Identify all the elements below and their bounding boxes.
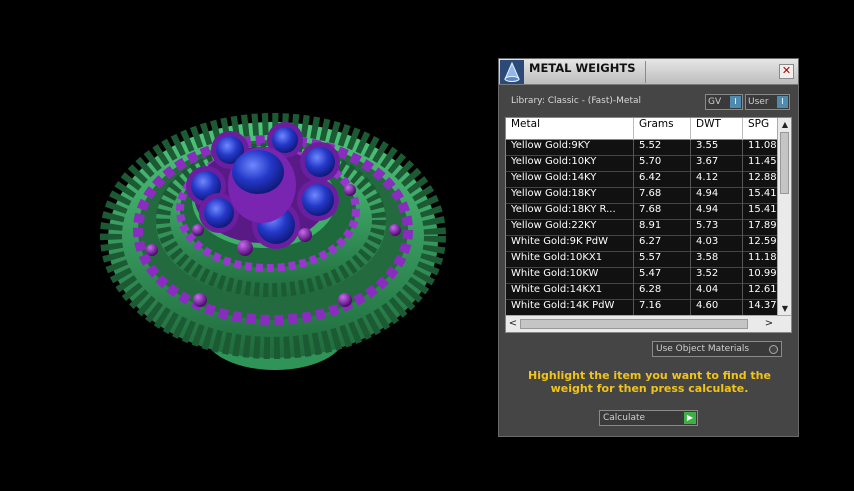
table-row[interactable]: White Gold:14K PdW 7.16 4.60 14.37	[506, 300, 777, 315]
cell-grams: 5.47	[634, 268, 691, 284]
gv-toggle[interactable]: GV I	[705, 94, 743, 110]
instruction-text: Highlight the item you want to find the …	[528, 369, 771, 395]
table-row[interactable]: White Gold:14KX1 6.28 4.04 12.61	[506, 284, 777, 300]
gv-toggle-indicator: I	[730, 96, 741, 108]
cell-spg: 11.08	[748, 140, 777, 151]
cell-spg: 12.59	[748, 236, 777, 247]
panel-titlebar[interactable]: METAL WEIGHTS ✕	[499, 59, 798, 85]
cell-metal: White Gold:10KX1	[506, 252, 634, 268]
use-object-materials-option[interactable]: Use Object Materials	[652, 341, 782, 357]
gv-toggle-label: GV	[708, 97, 722, 107]
cell-spg: 15.41	[748, 204, 777, 215]
cell-dwt: 4.04	[691, 284, 743, 300]
horizontal-scrollbar[interactable]: < >	[506, 315, 791, 332]
cell-spg: 10.99	[748, 268, 777, 279]
column-header-spg[interactable]: SPG	[743, 118, 777, 140]
column-header-metal[interactable]: Metal	[506, 118, 634, 140]
cell-spg: 15.41	[748, 188, 777, 199]
cell-metal: Yellow Gold:22KY	[506, 220, 634, 236]
close-icon: ✕	[781, 64, 792, 77]
calculate-label: Calculate	[603, 413, 646, 423]
cell-grams: 6.42	[634, 172, 691, 188]
cell-metal: Yellow Gold:14KY	[506, 172, 634, 188]
use-object-materials-label: Use Object Materials	[656, 344, 750, 354]
cell-dwt: 3.52	[691, 268, 743, 284]
scroll-down-icon[interactable]: ▼	[778, 302, 792, 315]
cell-spg: 14.37	[748, 300, 777, 311]
cell-grams: 7.16	[634, 300, 691, 315]
metal-table[interactable]: Metal Grams DWT SPG Yellow Gold:9KY 5.52 3…	[505, 117, 792, 333]
table-row[interactable]: Yellow Gold:18KY R... 7.68 4.94 15.41	[506, 204, 777, 220]
cell-spg: 12.61	[748, 284, 777, 295]
cell-dwt: 3.55	[691, 140, 743, 156]
cell-spg: 11.18	[748, 252, 777, 263]
cell-metal: White Gold:10KW	[506, 268, 634, 284]
table-row[interactable]: Yellow Gold:14KY 6.42 4.12 12.88	[506, 172, 777, 188]
table-body: Yellow Gold:9KY 5.52 3.55 11.08 Yellow Gold:…	[506, 140, 777, 315]
cell-dwt: 4.60	[691, 300, 743, 315]
cell-grams: 8.91	[634, 220, 691, 236]
calculate-button[interactable]: Calculate ▶	[599, 410, 698, 426]
cell-metal: Yellow Gold:10KY	[506, 156, 634, 172]
cell-dwt: 3.58	[691, 252, 743, 268]
radio-icon[interactable]	[769, 345, 778, 354]
cell-dwt: 4.94	[691, 204, 743, 220]
cell-grams: 6.28	[634, 284, 691, 300]
cell-dwt: 4.03	[691, 236, 743, 252]
table-row[interactable]: White Gold:9K PdW 6.27 4.03 12.59	[506, 236, 777, 252]
scroll-left-icon[interactable]: <	[506, 316, 520, 332]
table-row[interactable]: Yellow Gold:9KY 5.52 3.55 11.08	[506, 140, 777, 156]
column-header-dwt[interactable]: DWT	[691, 118, 743, 140]
table-row[interactable]: Yellow Gold:22KY 8.91 5.73 17.89	[506, 220, 777, 236]
cell-grams: 5.52	[634, 140, 691, 156]
panel-title: METAL WEIGHTS	[529, 61, 636, 75]
cell-dwt: 4.94	[691, 188, 743, 204]
table-row[interactable]: Yellow Gold:10KY 5.70 3.67 11.45	[506, 156, 777, 172]
table-header: Metal Grams DWT SPG	[506, 118, 777, 140]
user-toggle[interactable]: User I	[745, 94, 790, 110]
cell-grams: 7.68	[634, 188, 691, 204]
cell-spg: 17.89	[748, 220, 777, 231]
cell-dwt: 3.67	[691, 156, 743, 172]
user-toggle-label: User	[748, 97, 769, 107]
cell-grams: 6.27	[634, 236, 691, 252]
play-arrow-icon: ▶	[684, 412, 696, 424]
table-row[interactable]: Yellow Gold:18KY 7.68 4.94 15.41	[506, 188, 777, 204]
title-divider	[645, 61, 646, 83]
cell-spg: 11.45	[748, 156, 777, 167]
vertical-scrollbar[interactable]: ▲ ▼	[777, 118, 791, 315]
cell-grams: 5.70	[634, 156, 691, 172]
cell-spg: 12.88	[748, 172, 777, 183]
cell-metal: Yellow Gold:9KY	[506, 140, 634, 156]
cell-grams: 5.57	[634, 252, 691, 268]
table-row[interactable]: White Gold:10KX1 5.57 3.58 11.18	[506, 252, 777, 268]
cell-dwt: 5.73	[691, 220, 743, 236]
horizontal-scroll-thumb[interactable]	[520, 319, 748, 329]
table-row[interactable]: White Gold:10KW 5.47 3.52 10.99	[506, 268, 777, 284]
cell-metal: Yellow Gold:18KY	[506, 188, 634, 204]
cell-metal: White Gold:14K PdW	[506, 300, 634, 315]
matrix-cone-icon	[500, 60, 524, 84]
scroll-up-icon[interactable]: ▲	[778, 118, 792, 131]
cell-grams: 7.68	[634, 204, 691, 220]
library-label: Library: Classic - (Fast)-Metal	[511, 96, 642, 106]
cell-metal: White Gold:9K PdW	[506, 236, 634, 252]
column-header-grams[interactable]: Grams	[634, 118, 691, 140]
cell-metal: Yellow Gold:18KY R...	[506, 204, 634, 220]
user-toggle-indicator: I	[777, 96, 788, 108]
cell-metal: White Gold:14KX1	[506, 284, 634, 300]
close-button[interactable]: ✕	[779, 64, 794, 79]
cell-dwt: 4.12	[691, 172, 743, 188]
scroll-right-icon[interactable]: >	[762, 316, 776, 332]
vertical-scroll-thumb[interactable]	[780, 132, 789, 194]
metal-weights-panel: METAL WEIGHTS ✕ Library: Classic - (Fast…	[498, 58, 799, 437]
